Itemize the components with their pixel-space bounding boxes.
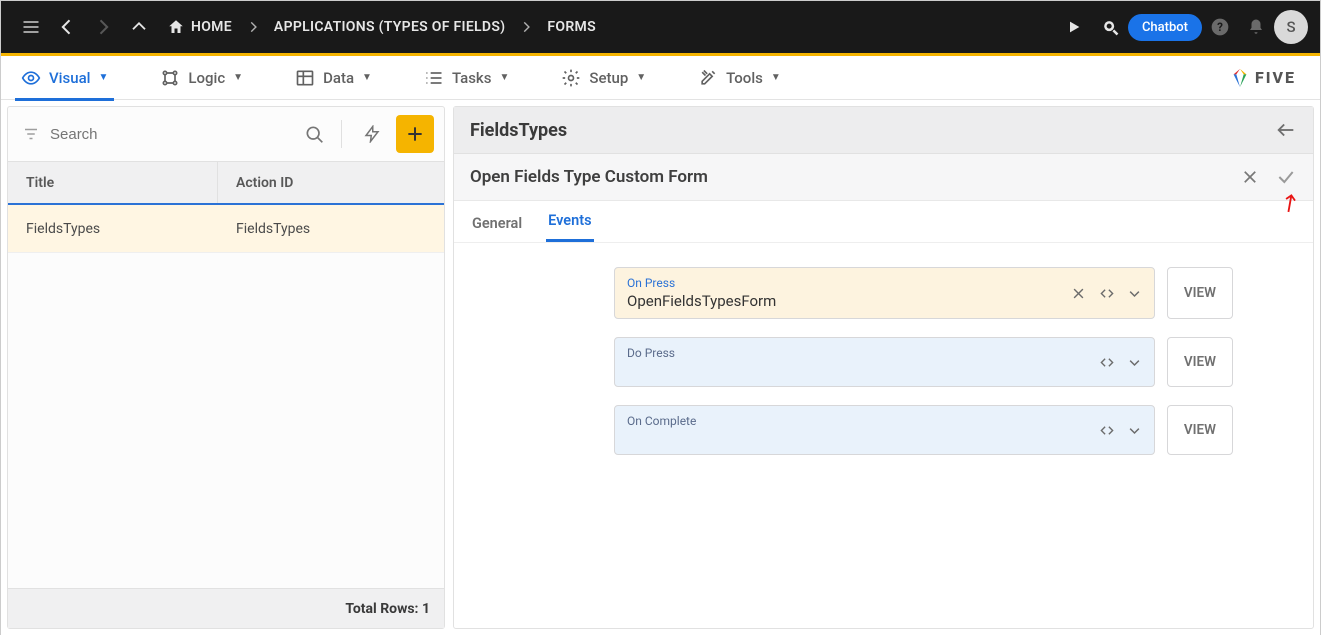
column-title[interactable]: Title: [8, 162, 218, 203]
bolt-icon[interactable]: [354, 116, 390, 152]
events-list: On Press OpenFieldsTypesForm VIEW Do Pre…: [454, 243, 1313, 455]
table-row[interactable]: FieldsTypes FieldsTypes: [8, 205, 444, 253]
code-icon[interactable]: [1098, 421, 1116, 439]
view-button[interactable]: VIEW: [1167, 337, 1233, 387]
menu-bar: Visual▼ Logic▼ Data▼ Tasks▼ Setup▼ Tools…: [1, 56, 1320, 100]
event-row: On Complete VIEW: [614, 405, 1233, 455]
tabs: General Events: [454, 201, 1313, 243]
event-row: On Press OpenFieldsTypesForm VIEW: [614, 267, 1233, 319]
breadcrumb-label: APPLICATIONS (TYPES OF FIELDS): [274, 19, 505, 35]
menu-visual[interactable]: Visual▼: [7, 56, 122, 100]
save-check-icon[interactable]: [1275, 166, 1297, 188]
detail-subheader: Open Fields Type Custom Form: [454, 154, 1313, 201]
top-bar: HOME APPLICATIONS (TYPES OF FIELDS) FORM…: [1, 1, 1320, 53]
breadcrumb-home[interactable]: HOME: [157, 18, 242, 36]
menu-label: Tasks: [452, 69, 492, 87]
search-icon[interactable]: [299, 124, 329, 144]
list-toolbar: [8, 107, 444, 161]
view-button[interactable]: VIEW: [1167, 405, 1233, 455]
nav-up-icon[interactable]: [121, 9, 157, 45]
chevron-right-icon: [242, 20, 264, 34]
breadcrumb-label: HOME: [191, 19, 232, 35]
search-global-icon[interactable]: [1092, 9, 1128, 45]
brand-text: FIVE: [1255, 68, 1296, 87]
menu-tools[interactable]: Tools▼: [684, 56, 795, 100]
nav-forward-icon: [85, 9, 121, 45]
add-button[interactable]: [396, 115, 434, 153]
nav-back-icon[interactable]: [49, 9, 85, 45]
filter-icon[interactable]: [18, 125, 44, 143]
table-footer: Total Rows: 1: [8, 588, 444, 628]
play-icon[interactable]: [1056, 9, 1092, 45]
list-panel: Title Action ID FieldsTypes FieldsTypes …: [7, 106, 445, 629]
chevron-down-icon[interactable]: [1126, 353, 1144, 371]
menu-label: Setup: [589, 69, 628, 87]
menu-logic[interactable]: Logic▼: [146, 56, 257, 100]
discard-icon[interactable]: [1239, 166, 1261, 188]
menu-label: Logic: [188, 69, 225, 87]
menu-label: Data: [323, 69, 354, 87]
detail-subtitle: Open Fields Type Custom Form: [470, 167, 708, 187]
help-icon[interactable]: ?: [1202, 9, 1238, 45]
svg-text:?: ?: [1217, 20, 1223, 34]
view-button[interactable]: VIEW: [1167, 267, 1233, 319]
detail-panel: FieldsTypes Open Fields Type Custom Form…: [453, 106, 1314, 629]
menu-data[interactable]: Data▼: [281, 56, 386, 100]
event-label: Do Press: [627, 346, 1142, 360]
menu-tasks[interactable]: Tasks▼: [410, 56, 523, 100]
cell-action-id: FieldsTypes: [218, 221, 444, 237]
chevron-down-icon[interactable]: [1126, 284, 1144, 302]
event-on-complete[interactable]: On Complete: [614, 405, 1155, 455]
menu-icon[interactable]: [13, 9, 49, 45]
clear-icon[interactable]: [1070, 284, 1088, 302]
event-on-press[interactable]: On Press OpenFieldsTypesForm: [614, 267, 1155, 319]
total-rows: Total Rows: 1: [345, 601, 430, 617]
avatar[interactable]: S: [1274, 10, 1308, 44]
menu-setup[interactable]: Setup▼: [547, 56, 660, 100]
event-row: Do Press VIEW: [614, 337, 1233, 387]
brand-logo: FIVE: [1229, 67, 1314, 89]
tab-general[interactable]: General: [470, 205, 524, 242]
tab-events[interactable]: Events: [546, 202, 593, 242]
cell-title: FieldsTypes: [8, 221, 218, 237]
search-input[interactable]: [50, 126, 293, 143]
menu-label: Tools: [726, 69, 763, 87]
menu-label: Visual: [49, 69, 90, 87]
code-icon[interactable]: [1098, 353, 1116, 371]
event-label: On Press: [627, 276, 1142, 290]
event-label: On Complete: [627, 414, 1142, 428]
content-area: Title Action ID FieldsTypes FieldsTypes …: [1, 100, 1320, 635]
event-do-press[interactable]: Do Press: [614, 337, 1155, 387]
breadcrumb-forms[interactable]: FORMS: [537, 19, 606, 35]
chevron-down-icon[interactable]: [1126, 421, 1144, 439]
chevron-right-icon: [515, 20, 537, 34]
breadcrumb-label: FORMS: [547, 19, 596, 35]
column-action-id[interactable]: Action ID: [218, 162, 444, 203]
detail-header: FieldsTypes: [454, 107, 1313, 154]
detail-title: FieldsTypes: [470, 120, 567, 141]
event-value: OpenFieldsTypesForm: [627, 292, 1142, 310]
notifications-icon[interactable]: [1238, 9, 1274, 45]
table-header: Title Action ID: [8, 161, 444, 205]
back-icon[interactable]: [1275, 119, 1297, 141]
code-icon[interactable]: [1098, 284, 1116, 302]
chatbot-button[interactable]: Chatbot: [1128, 14, 1202, 41]
breadcrumb-applications[interactable]: APPLICATIONS (TYPES OF FIELDS): [264, 19, 515, 35]
